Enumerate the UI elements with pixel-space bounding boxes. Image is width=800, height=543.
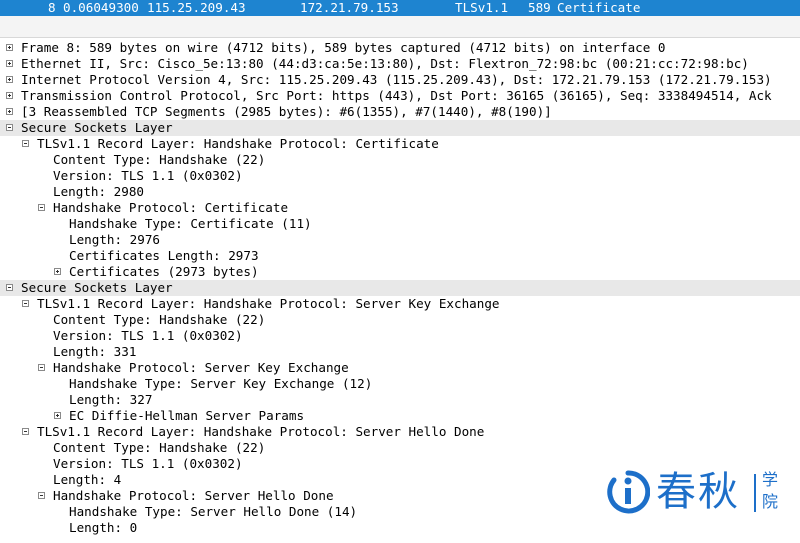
tree-row-label: Secure Sockets Layer: [21, 120, 173, 135]
packet-protocol: TLSv1.1: [455, 0, 509, 15]
tree-row-label: EC Diffie-Hellman Server Params: [69, 408, 305, 423]
tree-row[interactable]: Content Type: Handshake (22): [0, 440, 800, 456]
tree-row[interactable]: Certificates (2973 bytes): [0, 264, 800, 280]
collapse-minus-icon[interactable]: [38, 364, 45, 371]
watermark-i-icon: [607, 470, 650, 514]
tree-row[interactable]: Handshake Protocol: Certificate: [0, 200, 800, 216]
packet-info: Certificate: [557, 0, 641, 15]
tree-row-label: Frame 8: 589 bytes on wire (4712 bits), …: [21, 40, 666, 55]
tree-row[interactable]: Handshake Type: Server Key Exchange (12): [0, 376, 800, 392]
tree-row-label: Length: 4: [53, 472, 122, 487]
tree-row-label: Version: TLS 1.1 (0x0302): [53, 456, 243, 471]
tree-row-label: Handshake Type: Server Key Exchange (12): [69, 376, 373, 391]
tree-row-label: Handshake Type: Certificate (11): [69, 216, 312, 231]
tree-row-label: Ethernet II, Src: Cisco_5e:13:80 (44:d3:…: [21, 56, 749, 71]
tree-row[interactable]: Internet Protocol Version 4, Src: 115.25…: [0, 72, 800, 88]
expand-plus-icon[interactable]: [6, 76, 13, 83]
tree-row-label: Version: TLS 1.1 (0x0302): [53, 328, 243, 343]
expand-plus-icon[interactable]: [6, 44, 13, 51]
tree-row[interactable]: Transmission Control Protocol, Src Port:…: [0, 88, 800, 104]
tree-row-label: Handshake Protocol: Server Hello Done: [53, 488, 334, 503]
tree-row-label: Internet Protocol Version 4, Src: 115.25…: [21, 72, 772, 87]
tree-row[interactable]: Length: 327: [0, 392, 800, 408]
tree-row-label: Content Type: Handshake (22): [53, 152, 266, 167]
tree-row-label: Content Type: Handshake (22): [53, 312, 266, 327]
packet-source: 115.25.209.43: [147, 0, 246, 15]
tree-row-label: Length: 0: [69, 520, 138, 535]
watermark-suffix-2: 院: [762, 492, 779, 511]
tree-row[interactable]: Ethernet II, Src: Cisco_5e:13:80 (44:d3:…: [0, 56, 800, 72]
tree-row[interactable]: Certificates Length: 2973: [0, 248, 800, 264]
tree-row-label: Transmission Control Protocol, Src Port:…: [21, 88, 772, 103]
tree-row-label: [3 Reassembled TCP Segments (2985 bytes)…: [21, 104, 552, 119]
tree-row[interactable]: Version: TLS 1.1 (0x0302): [0, 168, 800, 184]
expand-plus-icon[interactable]: [54, 412, 61, 419]
tree-row-label: Length: 2976: [69, 232, 160, 247]
tree-row[interactable]: Length: 0: [0, 520, 800, 536]
collapse-minus-icon[interactable]: [38, 204, 45, 211]
tree-section-row[interactable]: Secure Sockets Layer: [0, 280, 800, 296]
tree-row[interactable]: TLSv1.1 Record Layer: Handshake Protocol…: [0, 296, 800, 312]
expand-plus-icon[interactable]: [6, 60, 13, 67]
tree-section-row[interactable]: Secure Sockets Layer: [0, 120, 800, 136]
tree-row-label: Length: 327: [69, 392, 153, 407]
expand-plus-icon[interactable]: [54, 268, 61, 275]
packet-destination: 172.21.79.153: [300, 0, 399, 15]
tree-row-label: Handshake Protocol: Server Key Exchange: [53, 360, 349, 375]
collapse-minus-icon[interactable]: [38, 492, 45, 499]
collapse-minus-icon[interactable]: [6, 284, 13, 291]
packet-length: 589: [528, 0, 551, 15]
tree-row[interactable]: Length: 2980: [0, 184, 800, 200]
tree-row[interactable]: EC Diffie-Hellman Server Params: [0, 408, 800, 424]
watermark-separator: [754, 474, 756, 512]
tree-row[interactable]: [3 Reassembled TCP Segments (2985 bytes)…: [0, 104, 800, 120]
tree-row[interactable]: Length: 2976: [0, 232, 800, 248]
collapse-minus-icon[interactable]: [6, 124, 13, 131]
tree-row[interactable]: TLSv1.1 Record Layer: Handshake Protocol…: [0, 136, 800, 152]
packet-no: 8: [48, 0, 56, 15]
tree-row-label: Length: 331: [53, 344, 137, 359]
tree-row[interactable]: Handshake Protocol: Server Key Exchange: [0, 360, 800, 376]
tree-row[interactable]: Content Type: Handshake (22): [0, 312, 800, 328]
tree-row[interactable]: Handshake Type: Certificate (11): [0, 216, 800, 232]
tree-row-label: Content Type: Handshake (22): [53, 440, 266, 455]
tree-row-label: Certificates (2973 bytes): [69, 264, 259, 279]
collapse-minus-icon[interactable]: [22, 428, 29, 435]
tree-row-label: Length: 2980: [53, 184, 144, 199]
expand-plus-icon[interactable]: [6, 108, 13, 115]
watermark-logo: 春秋 学 院: [604, 468, 794, 518]
tree-row[interactable]: TLSv1.1 Record Layer: Handshake Protocol…: [0, 424, 800, 440]
tree-row-label: TLSv1.1 Record Layer: Handshake Protocol…: [37, 296, 500, 311]
collapse-minus-icon[interactable]: [22, 140, 29, 147]
tree-row-label: Secure Sockets Layer: [21, 280, 173, 295]
tree-row-label: Certificates Length: 2973: [69, 248, 259, 263]
packet-list-selected-row[interactable]: 8 0.06049300 115.25.209.43 172.21.79.153…: [0, 0, 800, 16]
tree-row[interactable]: Frame 8: 589 bytes on wire (4712 bits), …: [0, 40, 800, 56]
tree-row-label: Handshake Type: Server Hello Done (14): [69, 504, 358, 519]
watermark-name: 春秋: [656, 469, 740, 515]
collapse-minus-icon[interactable]: [22, 300, 29, 307]
pane-splitter[interactable]: [0, 16, 800, 38]
tree-row-label: TLSv1.1 Record Layer: Handshake Protocol…: [37, 424, 485, 439]
tree-row-label: TLSv1.1 Record Layer: Handshake Protocol…: [37, 136, 439, 151]
watermark-suffix-1: 学: [762, 470, 779, 489]
tree-row[interactable]: Version: TLS 1.1 (0x0302): [0, 328, 800, 344]
expand-plus-icon[interactable]: [6, 92, 13, 99]
tree-row[interactable]: Length: 331: [0, 344, 800, 360]
packet-time: 0.06049300: [63, 0, 139, 15]
tree-row-label: Handshake Protocol: Certificate: [53, 200, 289, 215]
tree-row[interactable]: Content Type: Handshake (22): [0, 152, 800, 168]
tree-row-label: Version: TLS 1.1 (0x0302): [53, 168, 243, 183]
